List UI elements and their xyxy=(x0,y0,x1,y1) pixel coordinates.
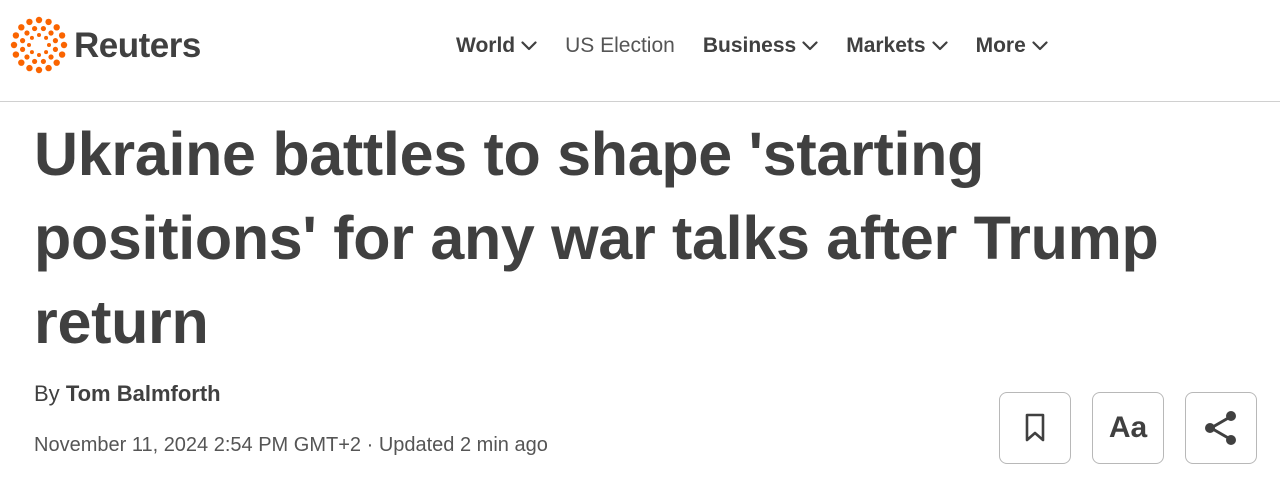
logo-dot xyxy=(53,24,60,31)
nav-item-label: Business xyxy=(702,34,797,57)
reuters-dot-ring-icon xyxy=(10,16,68,74)
logo-dot xyxy=(47,43,51,47)
logo-dot xyxy=(52,46,59,52)
logo-dot xyxy=(18,24,25,31)
bookmark-button[interactable] xyxy=(999,392,1071,464)
main-nav: World US Election Business Markets More xyxy=(456,30,1048,62)
logo-dot xyxy=(37,33,41,37)
logo-dot xyxy=(19,38,26,44)
nav-item-label: World xyxy=(456,34,516,57)
logo-dot xyxy=(12,51,20,58)
logo-dot xyxy=(37,53,41,57)
logo-dot xyxy=(24,30,30,36)
logo-dot xyxy=(27,43,31,47)
updated-time: Updated 2 min ago xyxy=(378,434,548,456)
nav-item-label: US Election xyxy=(565,34,675,57)
logo-dot xyxy=(18,59,25,66)
logo-dot xyxy=(52,38,59,44)
logo-dot xyxy=(32,58,38,65)
dateline: November 11, 2024 2:54 PM GMT+2 · Update… xyxy=(34,434,548,457)
logo-dot xyxy=(60,41,68,49)
logo-dot xyxy=(32,25,38,32)
logo-dot xyxy=(48,30,54,36)
text-size-button[interactable]: Aa xyxy=(1092,392,1164,464)
logo-dot xyxy=(12,32,20,39)
reuters-logo[interactable]: Reuters xyxy=(10,16,201,74)
logo-dot xyxy=(19,46,26,52)
logo-dot xyxy=(26,64,33,72)
logo-dot xyxy=(29,35,34,40)
chevron-down-icon xyxy=(521,41,537,51)
logo-dot xyxy=(29,50,34,55)
nav-item-us-election[interactable]: US Election xyxy=(565,34,675,58)
text-size-icon: Aa xyxy=(1108,411,1148,444)
dateline-separator: · xyxy=(366,434,374,456)
logo-dot xyxy=(58,32,66,39)
logo-text: Reuters xyxy=(74,25,201,65)
logo-dot xyxy=(45,64,52,72)
logo-dot xyxy=(35,66,43,74)
logo-dot xyxy=(44,50,49,55)
logo-dot xyxy=(40,25,46,32)
logo-dot xyxy=(45,18,52,26)
logo-dot xyxy=(58,51,66,58)
chevron-down-icon xyxy=(802,41,818,51)
logo-dot xyxy=(26,18,33,26)
share-button[interactable] xyxy=(1185,392,1257,464)
logo-dot xyxy=(44,35,49,40)
publish-date: November 11, 2024 2:54 PM GMT+2 xyxy=(34,434,362,456)
nav-item-more[interactable]: More xyxy=(976,34,1048,58)
chevron-down-icon xyxy=(931,41,948,51)
logo-dot xyxy=(40,58,46,65)
site-header: Reuters World US Election Business Marke… xyxy=(0,0,1280,102)
logo-dot xyxy=(24,54,30,60)
logo-dot xyxy=(48,54,54,60)
nav-item-world[interactable]: World xyxy=(456,34,537,58)
article-headline: Ukraine battles to shape 'starting posit… xyxy=(34,120,1159,356)
byline-prefix: By xyxy=(34,381,60,406)
logo-dot xyxy=(35,16,43,24)
nav-item-label: Markets xyxy=(846,34,926,57)
logo-dot xyxy=(53,59,60,66)
share-icon xyxy=(1205,411,1236,445)
chevron-down-icon xyxy=(1032,41,1048,51)
article-tools: Aa xyxy=(999,392,1257,464)
author-link[interactable]: Tom Balmforth xyxy=(66,381,221,406)
nav-item-markets[interactable]: Markets xyxy=(846,34,948,58)
bookmark-icon xyxy=(1025,413,1045,442)
nav-item-business[interactable]: Business xyxy=(703,34,818,58)
logo-dot xyxy=(10,41,18,49)
nav-item-label: More xyxy=(975,34,1026,57)
byline: By Tom Balmforth xyxy=(34,381,221,407)
